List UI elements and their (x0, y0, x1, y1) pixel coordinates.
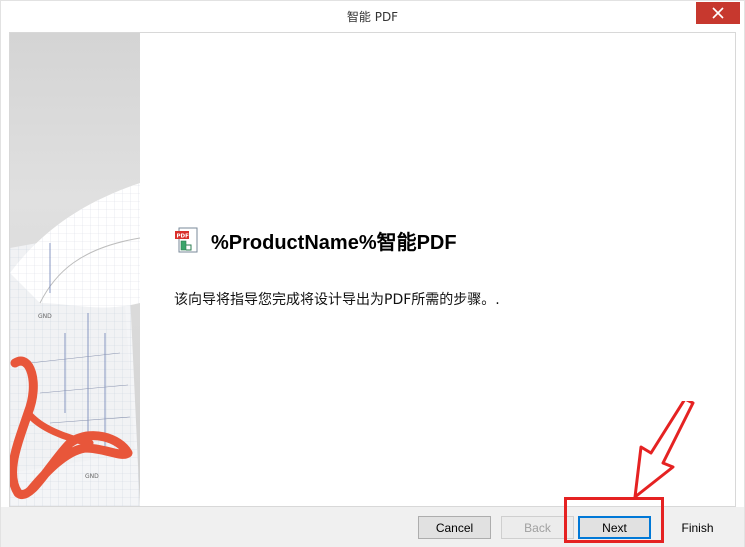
cancel-button[interactable]: Cancel (418, 516, 491, 539)
svg-text:PDF: PDF (177, 234, 190, 240)
close-icon (712, 7, 724, 19)
heading-row: PDF %ProductName%智能PDF (173, 225, 457, 255)
title-bar: 智能 PDF (1, 1, 744, 32)
finish-button[interactable]: Finish (661, 516, 734, 539)
next-highlight-annotation (564, 497, 664, 543)
pdf-document-icon: PDF (175, 227, 198, 253)
close-button[interactable] (696, 2, 740, 24)
pointer-arrow-annotation (633, 401, 695, 499)
side-art-label: GND (38, 313, 52, 320)
wizard-description: 该向导将指导您完成将设计导出为PDF所需的步骤。. (174, 292, 500, 308)
window-title: 智能 PDF (346, 10, 399, 24)
wizard-heading: %ProductName%智能PDF (211, 231, 457, 254)
side-art-label: GND (85, 473, 99, 480)
side-banner-image: GND GND (10, 33, 140, 506)
wizard-window: 智能 PDF GND GND PDF %ProductName%智能PDF 该向… (0, 0, 745, 547)
